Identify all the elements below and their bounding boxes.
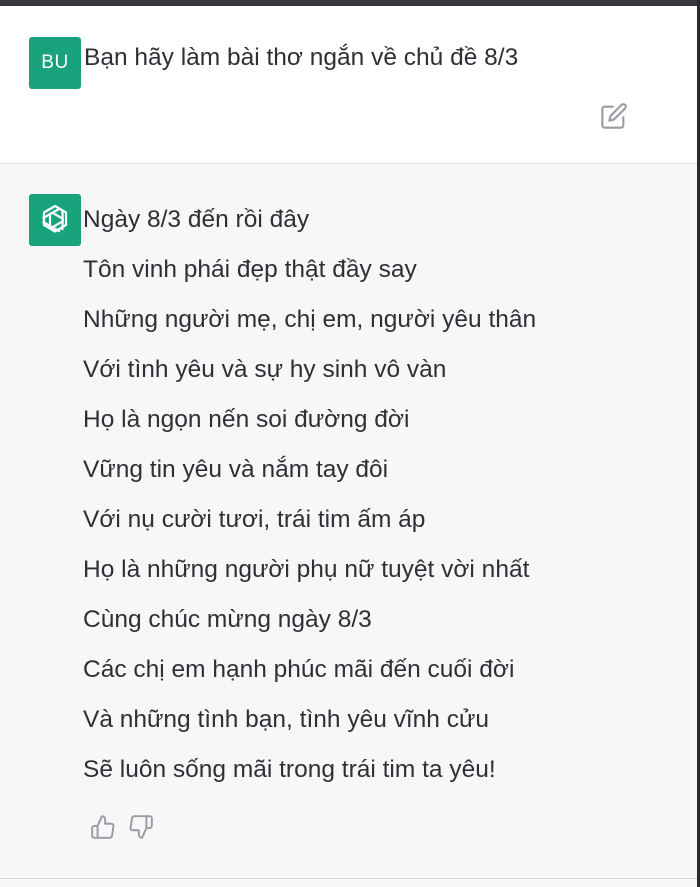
assistant-poem: Ngày 8/3 đến rồi đây Tôn vinh phái đẹp t…	[83, 198, 536, 798]
thumbs-up-icon	[91, 815, 115, 839]
openai-logo-icon	[41, 204, 68, 233]
poem-line: Họ là ngọn nến soi đường đời	[83, 406, 410, 433]
edit-icon	[601, 103, 627, 129]
chat-screen: BU Bạn hãy làm bài thơ ngắn về chủ đề 8/…	[0, 0, 700, 887]
poem-line: Ngày 8/3 đến rồi đây	[83, 206, 310, 233]
assistant-avatar	[29, 194, 81, 246]
poem-line: Những người mẹ, chị em, người yêu thân	[83, 306, 537, 333]
thumbs-down-icon	[129, 815, 153, 839]
poem-line: Và những tình bạn, tình yêu vĩnh cửu	[83, 706, 490, 733]
feedback-buttons	[88, 812, 156, 842]
divider	[0, 878, 697, 879]
poem-line: Cùng chúc mừng ngày 8/3	[83, 606, 372, 633]
thumbs-down-button[interactable]	[126, 812, 156, 842]
user-message-row: BU Bạn hãy làm bài thơ ngắn về chủ đề 8/…	[0, 6, 697, 164]
user-avatar: BU	[29, 37, 81, 89]
poem-line: Các chị em hạnh phúc mãi đến cuối đời	[83, 656, 515, 683]
poem-line: Vững tin yêu và nắm tay đôi	[83, 456, 389, 483]
assistant-message-row: Ngày 8/3 đến rồi đây Tôn vinh phái đẹp t…	[0, 164, 697, 887]
edit-message-button[interactable]	[598, 100, 630, 132]
poem-line: Tôn vinh phái đẹp thật đầy say	[83, 256, 417, 283]
poem-line: Sẽ luôn sống mãi trong trái tim ta yêu!	[83, 756, 496, 783]
user-message-text: Bạn hãy làm bài thơ ngắn về chủ đề 8/3	[84, 44, 519, 71]
poem-line: Với tình yêu và sự hy sinh vô vàn	[83, 356, 447, 383]
poem-line: Với nụ cười tươi, trái tim ấm áp	[83, 506, 426, 533]
poem-line: Họ là những người phụ nữ tuyệt vời nhất	[83, 556, 530, 583]
thumbs-up-button[interactable]	[88, 812, 118, 842]
